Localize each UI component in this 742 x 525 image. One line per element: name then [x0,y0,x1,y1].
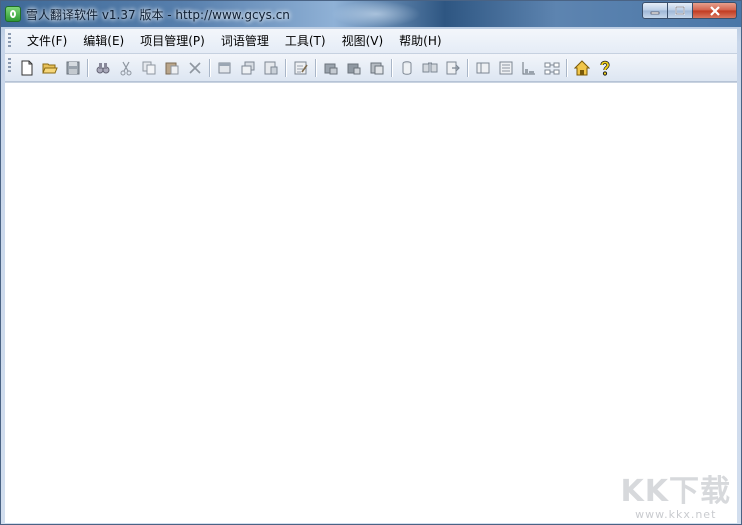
merge-button[interactable] [420,58,440,78]
new-file-button[interactable] [17,58,37,78]
copy-button[interactable] [139,58,159,78]
app-window: 雪人翻译软件 v1.37 版本 - http://www.gcys.cn 文件(… [0,0,742,525]
list-button[interactable] [496,58,516,78]
maximize-button[interactable] [668,2,693,19]
paste-button[interactable] [162,58,182,78]
windows-button[interactable] [238,58,258,78]
toolbar-separator [391,59,393,77]
export-button[interactable] [443,58,463,78]
menu-bar: 文件(F) 编辑(E) 项目管理(P) 词语管理 工具(T) 视图(V) 帮助(… [5,29,737,54]
menu-edit[interactable]: 编辑(E) [75,29,132,53]
window-controls [642,2,737,20]
paste-icon [165,62,179,75]
toolbar-separator [87,59,89,77]
open-folder-icon [42,63,58,74]
menubar-grip[interactable] [8,33,11,49]
menu-tools[interactable]: 工具(T) [277,29,334,53]
chart-button[interactable] [519,58,539,78]
window-title: 雪人翻译软件 v1.37 版本 - http://www.gcys.cn [26,8,290,22]
copy-icon [142,61,156,75]
list-icon [499,61,513,75]
home-icon [574,60,590,76]
toolbar-separator [285,59,287,77]
window-button[interactable] [215,58,235,78]
minimize-button[interactable] [642,2,668,19]
find-icon [96,63,110,74]
menu-help[interactable]: 帮助(H) [391,29,449,53]
menu-project[interactable]: 项目管理(P) [132,29,213,53]
toolbar-separator [209,59,211,77]
watermark: KK下载 www.kkx.net [620,474,732,522]
help-icon [600,60,610,76]
panel-icon [476,62,490,74]
merge-icon [422,62,438,73]
export-icon [446,61,460,75]
chart-icon [522,62,535,75]
window-export-button[interactable] [261,58,281,78]
grid-button[interactable] [542,58,562,78]
toolbar-separator [467,59,469,77]
tool-bar [5,54,737,82]
database-button[interactable] [321,58,341,78]
watermark-url: www.kkx.net [635,508,717,521]
new-file-icon [21,60,33,76]
home-button[interactable] [572,58,592,78]
delete-icon [189,62,201,74]
cylinder-button[interactable] [397,58,417,78]
database-add-button[interactable] [344,58,364,78]
panel-button[interactable] [473,58,493,78]
close-icon [709,5,720,16]
edit-document-button[interactable] [291,58,311,78]
minimize-icon [650,11,660,14]
maximize-icon [675,5,685,15]
menu-terms[interactable]: 词语管理 [213,29,277,53]
toolbar-separator [566,59,568,77]
watermark-logo: KK下载 [620,474,731,509]
database-icon [324,63,338,75]
toolbar-buttons [17,58,618,78]
edit-document-icon [294,61,308,75]
menu-file[interactable]: 文件(F) [19,29,75,53]
window-export-icon [264,61,278,75]
window-icon [218,62,231,74]
open-button[interactable] [40,58,60,78]
menu-list: 文件(F) 编辑(E) 项目管理(P) 词语管理 工具(T) 视图(V) 帮助(… [19,29,450,53]
grid-icon [544,62,560,75]
cut-icon [120,61,132,76]
toolbar-separator [315,59,317,77]
find-button[interactable] [93,58,113,78]
cut-button[interactable] [116,58,136,78]
delete-button[interactable] [185,58,205,78]
menu-view[interactable]: 视图(V) [334,29,392,53]
title-bar[interactable]: 雪人翻译软件 v1.37 版本 - http://www.gcys.cn [1,1,741,27]
cylinder-icon [402,61,412,75]
app-logo-icon[interactable] [5,6,21,22]
database-remove-icon [370,62,384,75]
toolbar-grip[interactable] [8,58,11,74]
help-button[interactable] [595,58,615,78]
database-remove-button[interactable] [367,58,387,78]
close-button[interactable] [693,2,737,19]
save-button[interactable] [63,58,83,78]
windows-icon [241,61,255,75]
workspace-area[interactable]: KK下载 www.kkx.net [5,82,737,523]
database-add-icon [347,63,361,75]
save-icon [66,61,80,75]
